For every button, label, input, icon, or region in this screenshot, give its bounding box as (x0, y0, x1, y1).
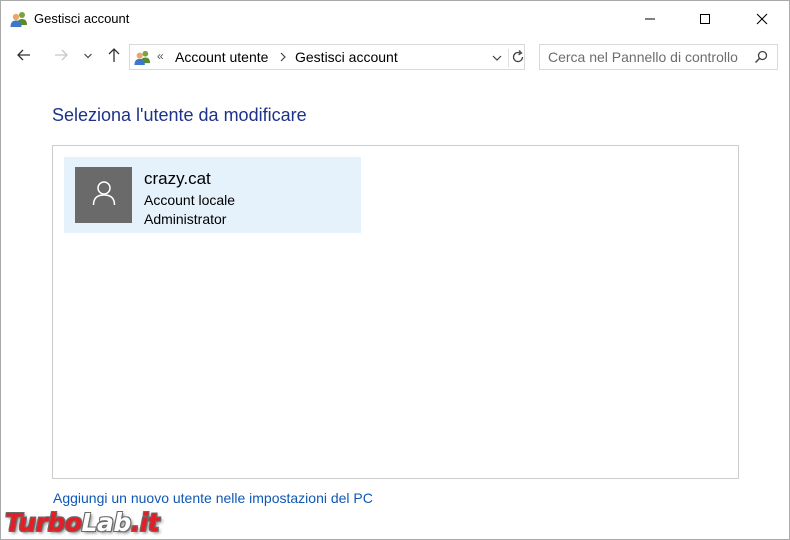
search-box[interactable] (539, 44, 778, 70)
watermark-part-turbo: Turbo (5, 508, 82, 537)
user-account-type: Account locale (144, 192, 236, 208)
refresh-icon (511, 50, 525, 69)
address-bar[interactable]: « Account utente Gestisci account (129, 44, 525, 70)
refresh-button[interactable] (508, 49, 527, 67)
navigation-bar: « Account utente Gestisci account (1, 41, 789, 73)
user-name: crazy.cat (144, 169, 211, 188)
window-title: Gestisci account (34, 11, 130, 26)
avatar (75, 167, 132, 223)
search-input[interactable] (540, 45, 745, 69)
control-panel-window: Gestisci account « Account utente Gestis… (0, 0, 790, 540)
chevron-right-icon[interactable] (279, 50, 287, 68)
maximize-button[interactable] (682, 1, 728, 37)
arrow-left-icon (16, 47, 32, 68)
user-tile[interactable]: crazy.cat Account locale Administrator (64, 157, 361, 233)
breadcrumb-overflow[interactable]: « (157, 49, 164, 63)
address-history-button[interactable] (491, 51, 503, 69)
arrow-right-icon (53, 47, 69, 68)
close-button[interactable] (739, 1, 785, 37)
search-icon[interactable] (754, 50, 768, 69)
maximize-icon (699, 13, 711, 25)
watermark-part-tld: .it (130, 508, 160, 537)
breadcrumb-account-utente[interactable]: Account utente (175, 49, 268, 65)
up-button[interactable] (102, 45, 126, 69)
page-title: Seleziona l'utente da modificare (52, 105, 307, 125)
watermark-logo: TurboLab.it (5, 508, 160, 537)
close-icon (756, 13, 768, 25)
watermark-part-lab: Lab (81, 508, 132, 537)
add-user-link[interactable]: Aggiungi un nuovo utente nelle impostazi… (53, 490, 373, 506)
user-list: crazy.cat Account locale Administrator (52, 145, 739, 479)
users-icon (10, 10, 28, 28)
back-button[interactable] (12, 45, 36, 69)
recent-locations-button[interactable] (79, 45, 97, 69)
title-bar[interactable]: Gestisci account (1, 1, 789, 37)
user-icon (92, 180, 116, 211)
forward-button[interactable] (49, 45, 73, 69)
users-icon (134, 49, 151, 66)
minimize-icon (644, 13, 656, 25)
chevron-down-icon (83, 48, 93, 66)
user-role: Administrator (144, 211, 227, 227)
breadcrumb-gestisci-account[interactable]: Gestisci account (295, 49, 398, 65)
minimize-button[interactable] (627, 1, 673, 37)
arrow-up-icon (106, 47, 122, 68)
